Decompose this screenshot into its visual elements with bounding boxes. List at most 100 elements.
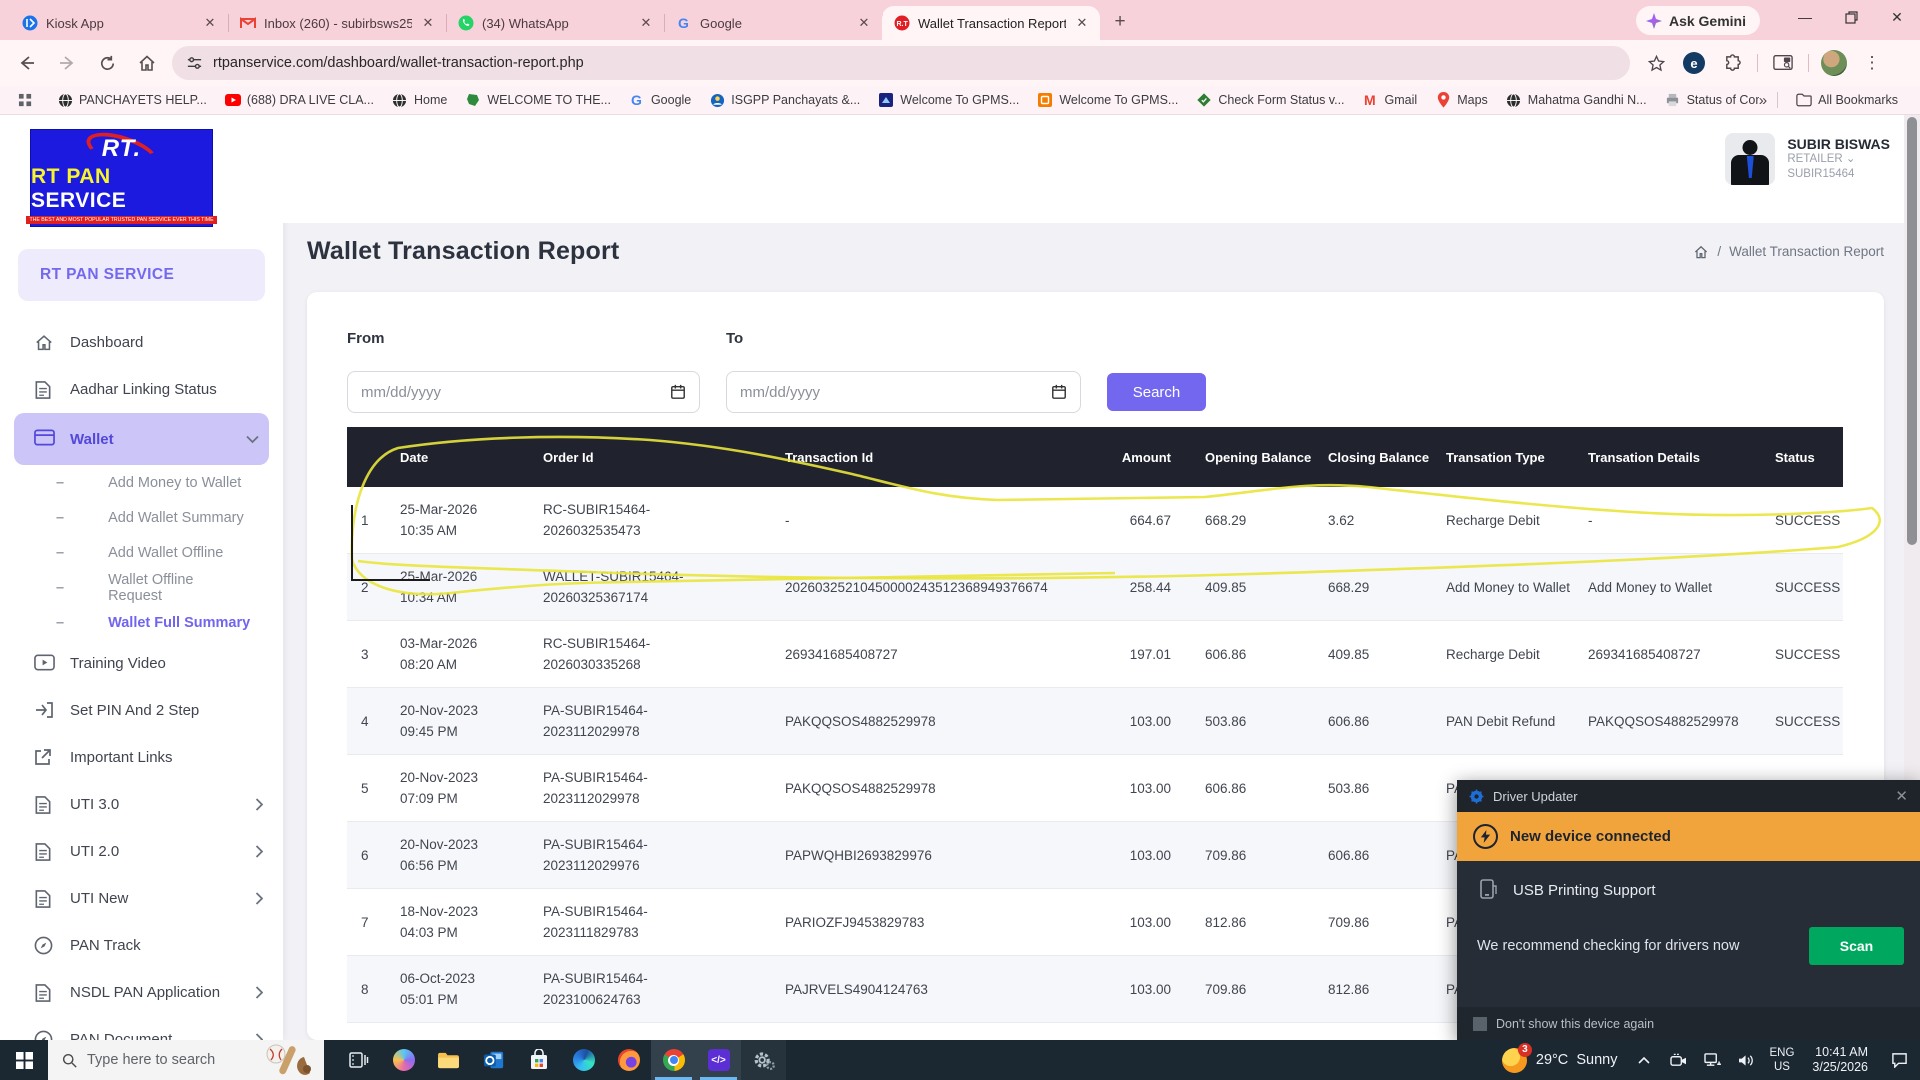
popup-close-icon[interactable]: ✕ — [1895, 787, 1908, 805]
tab-close-icon[interactable]: ✕ — [856, 15, 872, 31]
network-icon[interactable] — [1697, 1040, 1727, 1080]
bookmark-item[interactable]: G Google — [621, 89, 699, 111]
table-row[interactable]: 3 03-Mar-202608:20 AM RC-SUBIR15464-2026… — [347, 621, 1843, 688]
new-tab-button[interactable]: + — [1106, 8, 1134, 36]
taskbar-search[interactable]: Type here to search — [48, 1040, 324, 1080]
sidebar-item[interactable]: Set PIN And 2 Step — [0, 687, 283, 734]
browser-tab[interactable]: R.T Wallet Transaction Report ✕ — [882, 6, 1100, 40]
sidebar-item[interactable]: PAN Document — [0, 1016, 283, 1040]
reload-icon[interactable] — [90, 46, 124, 80]
forward-icon[interactable] — [50, 46, 84, 80]
settings-gear-icon[interactable] — [741, 1040, 786, 1080]
bookmark-item[interactable]: Check Form Status v... — [1188, 89, 1352, 111]
meet-now-icon[interactable] — [1663, 1040, 1693, 1080]
address-bar[interactable]: rtpanservice.com/dashboard/wallet-transa… — [172, 46, 1630, 80]
microsoft-store-icon[interactable] — [516, 1040, 561, 1080]
sidebar-item[interactable]: Wallet — [14, 413, 269, 465]
from-date-input[interactable]: mm/dd/yyyy — [347, 371, 700, 413]
browser-tab[interactable]: G Google ✕ — [664, 6, 882, 40]
menu-kebab-icon[interactable]: ⋮ — [1856, 47, 1888, 79]
sidebar-item[interactable]: NSDL PAN Application — [0, 969, 283, 1016]
tab-close-icon[interactable]: ✕ — [420, 15, 436, 31]
browser-tab[interactable]: Kiosk App ✕ — [10, 6, 228, 40]
file-explorer-icon[interactable] — [426, 1040, 471, 1080]
table-row[interactable]: 1 25-Mar-202610:35 AM RC-SUBIR15464-2026… — [347, 487, 1843, 554]
start-button[interactable] — [0, 1040, 48, 1080]
calendar-icon[interactable] — [1051, 384, 1067, 400]
tab-close-icon[interactable]: ✕ — [1074, 15, 1090, 31]
language-indicator[interactable]: ENG US — [1761, 1046, 1802, 1074]
sidebar-item[interactable]: Dashboard — [0, 319, 283, 366]
popup-titlebar[interactable]: Driver Updater ✕ — [1457, 780, 1920, 812]
bookmarks-overflow-chevron[interactable]: » — [1759, 92, 1767, 109]
table-row[interactable]: 2 25-Mar-202610:34 AM WALLET-SUBIR15464-… — [347, 554, 1843, 621]
back-icon[interactable] — [10, 46, 44, 80]
close-button[interactable]: ✕ — [1874, 0, 1920, 34]
home-icon[interactable] — [130, 46, 164, 80]
table-row[interactable]: 4 20-Nov-202309:45 PM PA-SUBIR15464-2023… — [347, 688, 1843, 755]
maximize-button[interactable] — [1828, 0, 1874, 34]
bookmark-item[interactable]: M Gmail — [1355, 89, 1426, 111]
weather-widget[interactable]: 3 29°C Sunny — [1490, 1048, 1630, 1073]
code-app-icon[interactable]: </> — [696, 1040, 741, 1080]
bookmark-item[interactable]: Home — [384, 89, 455, 111]
search-button[interactable]: Search — [1107, 373, 1206, 411]
user-role[interactable]: RETAILER ⌄ — [1787, 152, 1890, 167]
tab-close-icon[interactable]: ✕ — [638, 15, 654, 31]
outlook-icon[interactable] — [471, 1040, 516, 1080]
bookmark-item[interactable]: Status of Complete... — [1657, 89, 1759, 111]
ask-gemini-button[interactable]: Ask Gemini — [1636, 6, 1760, 35]
sidebar-item[interactable]: Wallet Full Summary — [0, 605, 283, 640]
tray-chevron-icon[interactable] — [1629, 1040, 1659, 1080]
sidebar-item[interactable]: Add Wallet Offline — [0, 535, 283, 570]
dont-show-checkbox[interactable] — [1473, 1017, 1487, 1031]
volume-icon[interactable] — [1731, 1040, 1761, 1080]
sidebar-item[interactable]: Training Video — [0, 640, 283, 687]
sidebar-item[interactable]: Important Links — [0, 734, 283, 781]
to-date-input[interactable]: mm/dd/yyyy — [726, 371, 1081, 413]
minimize-button[interactable]: — — [1782, 0, 1828, 34]
clock[interactable]: 10:41 AM 3/25/2026 — [1802, 1045, 1878, 1075]
edge-icon[interactable] — [561, 1040, 606, 1080]
bookmark-item[interactable]: ISGPP Panchayats &... — [701, 89, 868, 111]
sidebar-item[interactable]: Add Wallet Summary — [0, 500, 283, 535]
browser-tab[interactable]: Inbox (260) - subirbsws25@gm ✕ — [228, 6, 446, 40]
rt-pan-service-logo[interactable]: RT. RT PAN SERVICE THE BEST AND MOST POP… — [30, 129, 213, 227]
sidebar-item[interactable]: UTI 3.0 — [0, 781, 283, 828]
browser-tab[interactable]: (34) WhatsApp ✕ — [446, 6, 664, 40]
sidebar-item[interactable]: UTI New — [0, 875, 283, 922]
sidebar-item-label: Set PIN And 2 Step — [70, 702, 199, 719]
action-center-icon[interactable] — [1878, 1052, 1920, 1068]
copilot-icon[interactable] — [381, 1040, 426, 1080]
site-settings-icon[interactable] — [186, 55, 203, 72]
scan-button[interactable]: Scan — [1809, 927, 1904, 965]
sidebar-item[interactable]: Add Money to Wallet — [0, 465, 283, 500]
profile-avatar[interactable] — [1818, 47, 1850, 79]
extension-e-icon[interactable]: e — [1678, 47, 1710, 79]
bookmark-item[interactable]: Welcome To GPMS... — [1029, 89, 1186, 111]
bookmark-item[interactable]: PANCHAYETS HELP... — [49, 89, 215, 111]
chrome-icon[interactable] — [651, 1040, 696, 1080]
user-profile[interactable]: SUBIR BISWAS RETAILER ⌄ SUBIR15464 — [1725, 133, 1890, 185]
all-bookmarks-button[interactable]: All Bookmarks — [1788, 89, 1906, 111]
tab-close-icon[interactable]: ✕ — [202, 15, 218, 31]
device-row[interactable]: USB Printing Support — [1457, 861, 1920, 919]
bookmark-item[interactable]: (688) DRA LIVE CLA... — [217, 89, 382, 111]
sidebar-item[interactable]: PAN Track — [0, 922, 283, 969]
extensions-puzzle-icon[interactable] — [1716, 47, 1748, 79]
sidebar-item[interactable]: Wallet Offline Request — [0, 570, 283, 605]
firefox-icon[interactable] — [606, 1040, 651, 1080]
sidebar-item[interactable]: Aadhar Linking Status — [0, 366, 283, 413]
bookmark-item[interactable]: Maps — [1427, 89, 1496, 111]
apps-grid-icon[interactable] — [10, 90, 41, 111]
bookmark-item[interactable]: Mahatma Gandhi N... — [1498, 89, 1655, 111]
bookmark-star-icon[interactable] — [1640, 47, 1672, 79]
calendar-icon[interactable] — [670, 384, 686, 400]
breadcrumb-home-icon[interactable] — [1693, 244, 1709, 260]
task-view-button[interactable] — [336, 1040, 381, 1080]
bookmark-item[interactable]: Welcome To GPMS... — [870, 89, 1027, 111]
side-panel-icon[interactable] — [1767, 47, 1799, 79]
bookmark-item[interactable]: WELCOME TO THE... — [457, 89, 619, 111]
scrollbar-thumb[interactable] — [1907, 117, 1917, 545]
sidebar-item[interactable]: UTI 2.0 — [0, 828, 283, 875]
